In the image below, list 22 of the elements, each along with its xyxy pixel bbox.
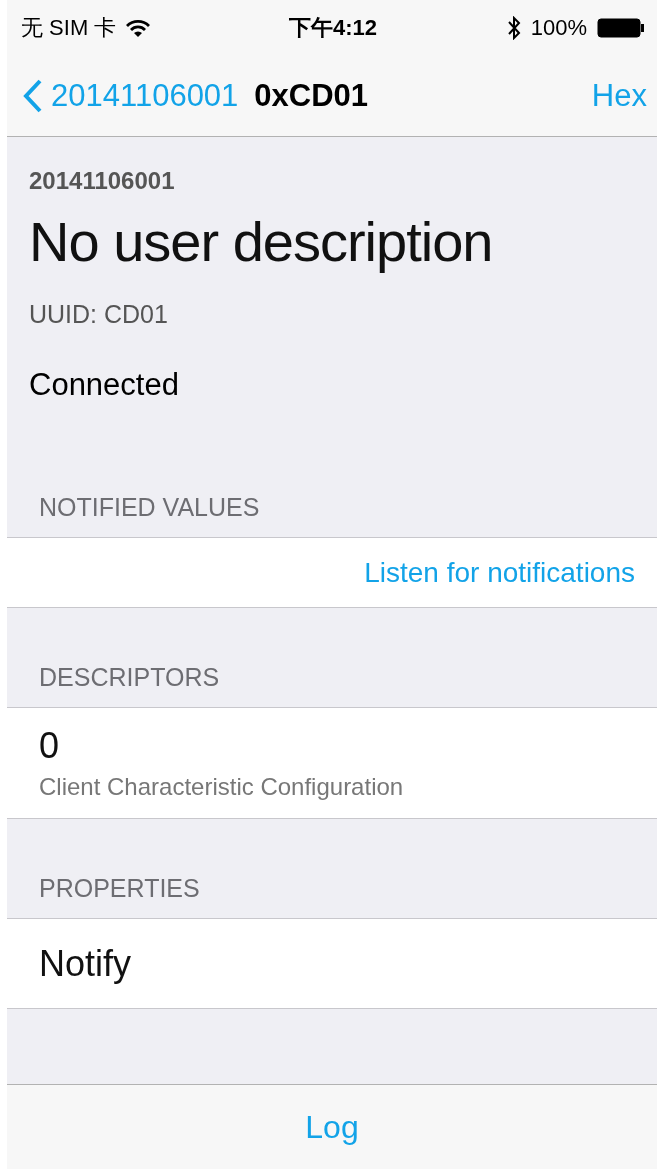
battery-percent: 100% bbox=[530, 14, 587, 41]
descriptor-name: Client Characteristic Configuration bbox=[39, 773, 405, 801]
descriptor-value: 0 bbox=[39, 725, 61, 767]
hex-button[interactable]: Hex bbox=[591, 77, 647, 114]
clock-label: 下午4:12 bbox=[289, 13, 378, 42]
property-value: Notify bbox=[39, 942, 133, 985]
wifi-icon bbox=[126, 18, 151, 37]
nav-title: 0xCD01 bbox=[254, 77, 369, 114]
device-name: 20141106001 bbox=[29, 167, 176, 195]
uuid-label: UUID: CD01 bbox=[29, 300, 169, 329]
section-header: NOTIFIED VALUES bbox=[38, 492, 261, 523]
battery-icon bbox=[597, 17, 645, 38]
section-header: PROPERTIES bbox=[38, 873, 201, 904]
description-text: No user description bbox=[29, 209, 494, 274]
bluetooth-icon bbox=[506, 15, 521, 40]
listen-link[interactable]: Listen for notifications bbox=[364, 556, 635, 589]
chevron-left-icon bbox=[23, 78, 43, 113]
connection-status: Connected bbox=[29, 367, 180, 403]
back-button[interactable]: 20141106001 bbox=[23, 77, 239, 114]
section-header: DESCRIPTORS bbox=[38, 662, 221, 693]
log-button[interactable]: Log bbox=[299, 1107, 365, 1147]
carrier-label: 无 SIM 卡 bbox=[21, 13, 117, 42]
